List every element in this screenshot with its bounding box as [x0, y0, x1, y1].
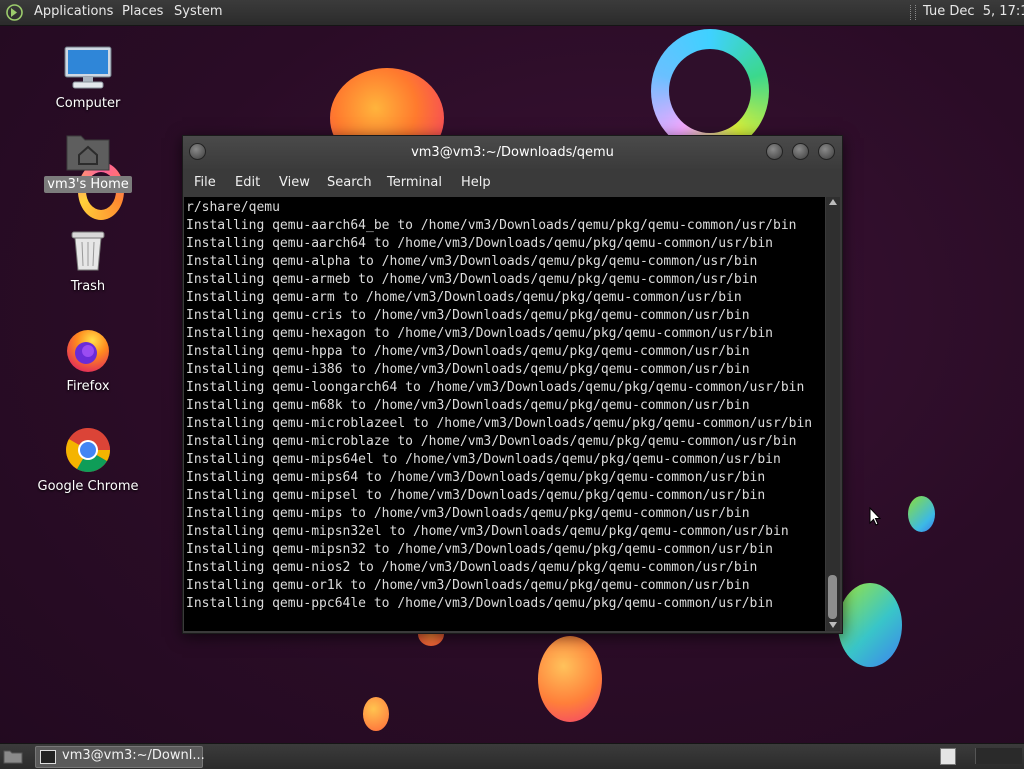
desktop-icon-label: Google Chrome: [37, 479, 139, 494]
terminal-line: Installing qemu-hppa to /home/vm3/Downlo…: [186, 344, 750, 359]
menu-view[interactable]: View: [279, 175, 310, 190]
minimize-button[interactable]: [766, 143, 783, 160]
trash-icon: [71, 231, 105, 271]
wallpaper-blue-bubble: [838, 583, 902, 667]
desktop-icon-label: vm3's Home: [44, 176, 132, 193]
window-title: vm3@vm3:~/Downloads/qemu: [411, 145, 614, 160]
menu-help[interactable]: Help: [461, 175, 491, 190]
terminal-menu-bar: File Edit View Search Terminal Help: [183, 169, 842, 197]
home-folder-icon: [66, 135, 110, 171]
terminal-line: Installing qemu-mips64 to /home/vm3/Down…: [186, 470, 766, 485]
scrollbar-thumb[interactable]: [828, 575, 837, 619]
wallpaper-blue-bubble: [908, 496, 935, 532]
workspace-switcher-1[interactable]: [940, 748, 956, 765]
terminal-line: Installing qemu-mipsn32el to /home/vm3/D…: [186, 524, 789, 539]
show-desktop-icon[interactable]: [3, 748, 23, 764]
desktop-icon-trash[interactable]: Trash: [33, 228, 143, 295]
terminal-line: Installing qemu-ppc64le to /home/vm3/Dow…: [186, 596, 773, 611]
applications-menu[interactable]: Applications: [34, 4, 113, 19]
desktop-icon-label: Firefox: [66, 379, 110, 394]
terminal-output[interactable]: r/share/qemu Installing qemu-aarch64_be …: [184, 197, 825, 631]
terminal-line: r/share/qemu: [186, 200, 280, 215]
desktop-icon-chrome[interactable]: Google Chrome: [33, 426, 143, 495]
scroll-up-arrow-icon[interactable]: [829, 199, 837, 205]
terminal-line: Installing qemu-hexagon to /home/vm3/Dow…: [186, 326, 773, 341]
terminal-scrollbar[interactable]: [826, 197, 840, 631]
terminal-window[interactable]: vm3@vm3:~/Downloads/qemu File Edit View …: [182, 135, 843, 634]
workspace-switcher-2[interactable]: [975, 748, 1022, 764]
terminal-line: Installing qemu-cris to /home/vm3/Downlo…: [186, 308, 750, 323]
wallpaper-orange-bubble: [538, 636, 602, 722]
terminal-line: Installing qemu-armeb to /home/vm3/Downl…: [186, 272, 758, 287]
close-button[interactable]: [818, 143, 835, 160]
terminal-line: Installing qemu-m68k to /home/vm3/Downlo…: [186, 398, 750, 413]
scroll-down-arrow-icon[interactable]: [829, 622, 837, 628]
terminal-line: Installing qemu-alpha to /home/vm3/Downl…: [186, 254, 758, 269]
terminal-line: Installing qemu-arm to /home/vm3/Downloa…: [186, 290, 742, 305]
desktop-icon-label: Computer: [55, 96, 121, 111]
desktop-icon-firefox[interactable]: Firefox: [33, 326, 143, 395]
terminal-line: Installing qemu-i386 to /home/vm3/Downlo…: [186, 362, 750, 377]
terminal-line: Installing qemu-mipsel to /home/vm3/Down…: [186, 488, 766, 503]
places-menu[interactable]: Places: [122, 4, 163, 19]
terminal-icon: [40, 750, 56, 764]
terminal-line: Installing qemu-microblaze to /home/vm3/…: [186, 434, 797, 449]
terminal-line: Installing qemu-aarch64_be to /home/vm3/…: [186, 218, 797, 233]
computer-icon: [64, 46, 112, 89]
system-menu[interactable]: System: [174, 4, 222, 19]
bottom-panel: vm3@vm3:~/Downl...: [0, 743, 1024, 769]
terminal-line: Installing qemu-nios2 to /home/vm3/Downl…: [186, 560, 758, 575]
panel-drag-handle[interactable]: [910, 5, 916, 20]
distro-logo-icon: [6, 4, 23, 21]
desktop-icon-home[interactable]: vm3's Home: [33, 128, 143, 193]
terminal-line: Installing qemu-mips64el to /home/vm3/Do…: [186, 452, 781, 467]
mouse-pointer-icon: [869, 507, 881, 526]
top-panel: Applications Places System Tue Dec 5, 17…: [0, 0, 1024, 26]
desktop-icon-label: Trash: [70, 279, 106, 294]
taskbar-button-label: vm3@vm3:~/Downl...: [62, 748, 205, 763]
menu-file[interactable]: File: [194, 175, 216, 190]
wallpaper-orange-bubble: [363, 697, 389, 731]
menu-search[interactable]: Search: [327, 175, 372, 190]
window-title-bar[interactable]: vm3@vm3:~/Downloads/qemu: [183, 136, 842, 169]
terminal-line: Installing qemu-mips to /home/vm3/Downlo…: [186, 506, 750, 521]
chrome-icon: [66, 428, 110, 472]
taskbar-button-terminal[interactable]: vm3@vm3:~/Downl...: [35, 746, 205, 768]
terminal-line: Installing qemu-aarch64 to /home/vm3/Dow…: [186, 236, 773, 251]
maximize-button[interactable]: [792, 143, 809, 160]
terminal-line: Installing qemu-mipsn32 to /home/vm3/Dow…: [186, 542, 773, 557]
clock[interactable]: Tue Dec 5, 17:14: [923, 4, 1024, 19]
menu-terminal[interactable]: Terminal: [387, 175, 442, 190]
terminal-line: Installing qemu-loongarch64 to /home/vm3…: [186, 380, 805, 395]
terminal-text: r/share/qemu Installing qemu-aarch64_be …: [184, 197, 825, 613]
terminal-line: Installing qemu-microblazeel to /home/vm…: [186, 416, 813, 431]
menu-edit[interactable]: Edit: [235, 175, 260, 190]
desktop-icon-computer[interactable]: Computer: [33, 45, 143, 112]
firefox-icon: [67, 330, 109, 372]
terminal-line: Installing qemu-or1k to /home/vm3/Downlo…: [186, 578, 750, 593]
